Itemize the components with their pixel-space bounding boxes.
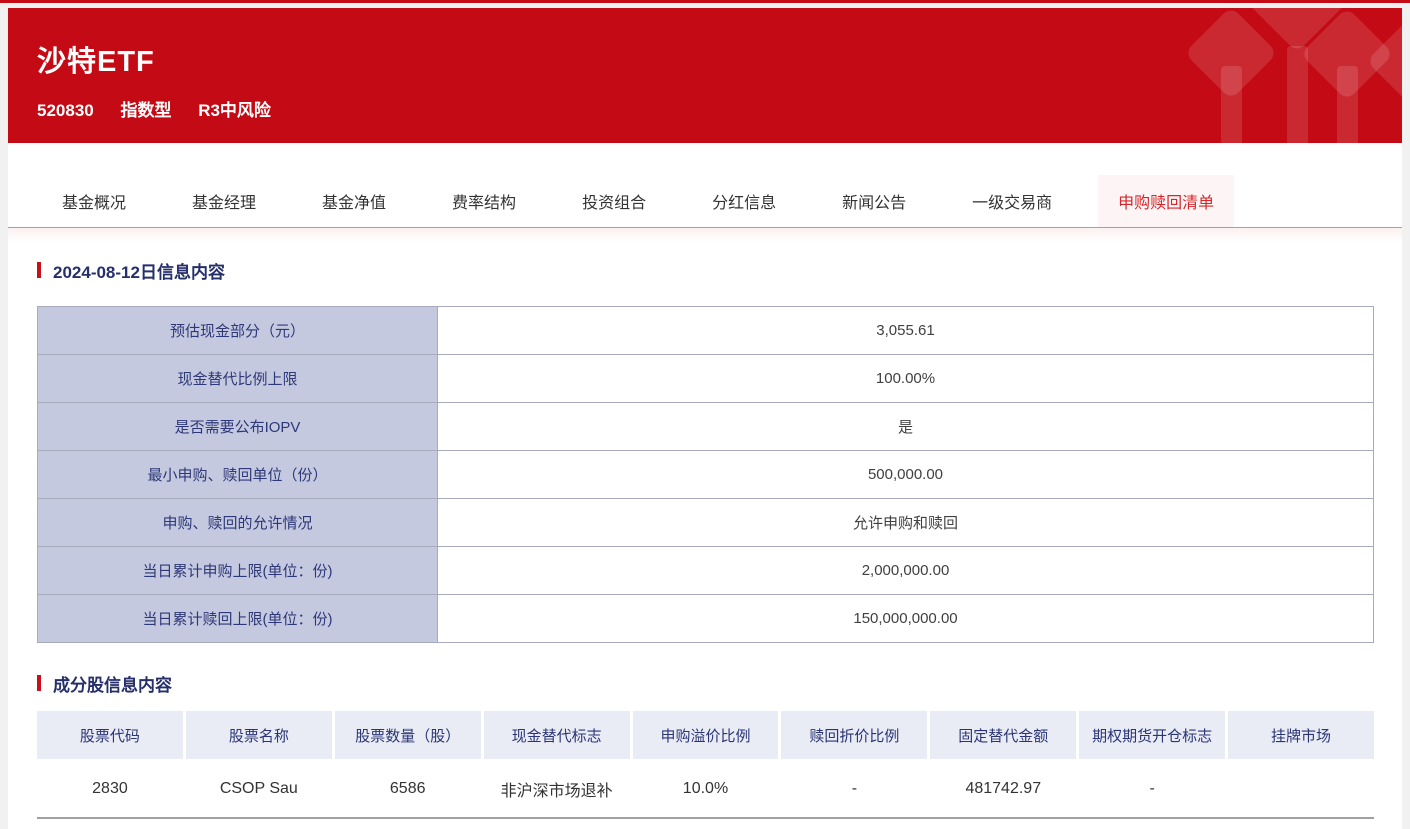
daily-info-title-text: 2024-08-12日信息内容: [53, 258, 225, 283]
diamond-stem: [1287, 46, 1308, 143]
tab-2[interactable]: 基金经理: [172, 175, 276, 227]
stock-cell: -: [781, 761, 927, 817]
stock-row: 2830CSOP Sau6586非沪深市场退补10.0%-481742.97-: [37, 761, 1374, 819]
stock-header-cell: 申购溢价比例: [633, 711, 779, 759]
daily-info-title: 2024-08-12日信息内容: [37, 258, 1374, 282]
fund-risk-badge: R3中风险: [198, 101, 271, 120]
red-bar-icon: [37, 262, 41, 278]
info-row: 现金替代比例上限100.00%: [38, 355, 1374, 403]
stock-cell: 6586: [335, 761, 481, 817]
tab-7[interactable]: 新闻公告: [822, 175, 926, 227]
stock-table-header: 股票代码股票名称股票数量（股）现金替代标志申购溢价比例赎回折价比例固定替代金额期…: [37, 711, 1374, 759]
stock-header-cell: 期权期货开仓标志: [1079, 711, 1225, 759]
constituents-title-text: 成分股信息内容: [53, 671, 172, 696]
tab-5[interactable]: 投资组合: [562, 175, 666, 227]
info-row-label: 现金替代比例上限: [38, 355, 438, 403]
info-row-label: 预估现金部分（元）: [38, 307, 438, 355]
info-row-label: 申购、赎回的允许情况: [38, 499, 438, 547]
info-row: 当日累计赎回上限(单位：份)150,000,000.00: [38, 595, 1374, 643]
diamond-stem: [1337, 66, 1358, 143]
stock-header-cell: 赎回折价比例: [781, 711, 927, 759]
stock-cell: 非沪深市场退补: [484, 761, 630, 817]
top-accent-strip: [0, 0, 1410, 3]
tab-bar: 基金概况基金经理基金净值费率结构投资组合分红信息新闻公告一级交易商申购赎回清单: [8, 143, 1402, 228]
info-row: 预估现金部分（元）3,055.61: [38, 307, 1374, 355]
stock-cell: [1228, 761, 1374, 817]
constituents-title: 成分股信息内容: [37, 671, 1374, 695]
stock-header-cell: 股票代码: [37, 711, 183, 759]
info-row-value: 是: [438, 403, 1374, 451]
stock-cell: -: [1079, 761, 1225, 817]
info-row-value: 允许申购和赎回: [438, 499, 1374, 547]
info-row-value: 100.00%: [438, 355, 1374, 403]
diamond-stem: [1221, 66, 1242, 143]
stock-header-cell: 股票数量（股）: [335, 711, 481, 759]
info-row-value: 500,000.00: [438, 451, 1374, 499]
stock-header-cell: 现金替代标志: [484, 711, 630, 759]
stock-cell: CSOP Sau: [186, 761, 332, 817]
tab-9[interactable]: 申购赎回清单: [1098, 175, 1234, 227]
info-row: 最小申购、赎回单位（份）500,000.00: [38, 451, 1374, 499]
info-row: 申购、赎回的允许情况允许申购和赎回: [38, 499, 1374, 547]
info-row: 当日累计申购上限(单位：份)2,000,000.00: [38, 547, 1374, 595]
stock-header-cell: 固定替代金额: [930, 711, 1076, 759]
page-frame: 沙特ETF 520830 指数型 R3中风险 基金概况基金经理基金净值费率结构投…: [8, 8, 1402, 829]
fund-code: 520830: [37, 101, 94, 120]
constituents-section: 成分股信息内容 股票代码股票名称股票数量（股）现金替代标志申购溢价比例赎回折价比…: [8, 671, 1402, 819]
tab-6[interactable]: 分红信息: [692, 175, 796, 227]
fund-type: 指数型: [120, 101, 171, 120]
info-row-value: 150,000,000.00: [438, 595, 1374, 643]
info-row-label: 当日累计申购上限(单位：份): [38, 547, 438, 595]
info-row: 是否需要公布IOPV是: [38, 403, 1374, 451]
fund-header: 沙特ETF 520830 指数型 R3中风险: [8, 8, 1402, 143]
diamond-icon: [1366, 14, 1402, 107]
red-bar-icon: [37, 675, 41, 691]
stock-cell: 10.0%: [633, 761, 779, 817]
stock-cell: 2830: [37, 761, 183, 817]
info-row-label: 是否需要公布IOPV: [38, 403, 438, 451]
stock-table-body: 2830CSOP Sau6586非沪深市场退补10.0%-481742.97-: [37, 761, 1374, 819]
tab-3[interactable]: 基金净值: [302, 175, 406, 227]
daily-info-section: 2024-08-12日信息内容 预估现金部分（元）3,055.61现金替代比例上…: [8, 258, 1402, 643]
tab-4[interactable]: 费率结构: [432, 175, 536, 227]
info-row-value: 3,055.61: [438, 307, 1374, 355]
tab-8[interactable]: 一级交易商: [952, 175, 1072, 227]
daily-info-table: 预估现金部分（元）3,055.61现金替代比例上限100.00%是否需要公布IO…: [37, 306, 1374, 643]
stock-header-cell: 股票名称: [186, 711, 332, 759]
tab-bar-fade: [8, 228, 1402, 242]
info-row-label: 当日累计赎回上限(单位：份): [38, 595, 438, 643]
info-row-label: 最小申购、赎回单位（份）: [38, 451, 438, 499]
stock-cell: 481742.97: [930, 761, 1076, 817]
fund-meta: 520830 指数型 R3中风险: [37, 96, 1402, 121]
stock-header-cell: 挂牌市场: [1228, 711, 1374, 759]
info-row-value: 2,000,000.00: [438, 547, 1374, 595]
content-area: 基金概况基金经理基金净值费率结构投资组合分红信息新闻公告一级交易商申购赎回清单 …: [8, 143, 1402, 829]
tab-1[interactable]: 基金概况: [42, 175, 146, 227]
